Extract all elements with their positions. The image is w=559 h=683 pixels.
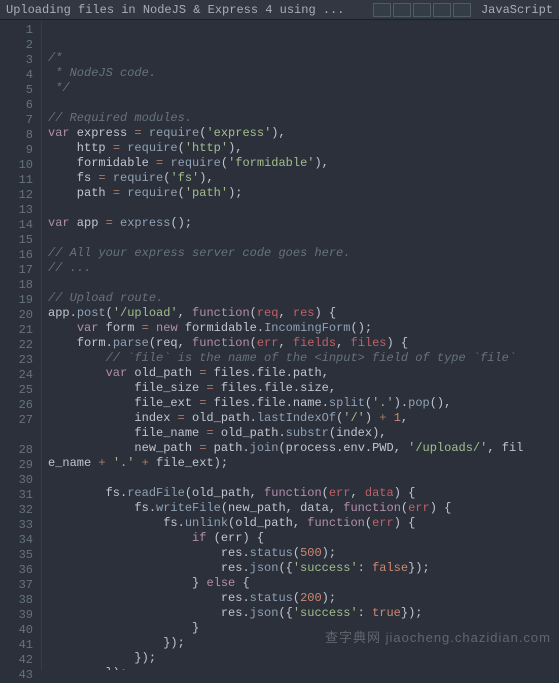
line-number: 19 — [0, 293, 33, 308]
line-number: 38 — [0, 593, 33, 608]
line-number: 13 — [0, 203, 33, 218]
code-line: // All your express server code goes her… — [48, 246, 553, 261]
line-number: 32 — [0, 503, 33, 518]
file-title: Uploading files in NodeJS & Express 4 us… — [6, 3, 367, 17]
code-line: var app = express(); — [48, 216, 553, 231]
code-line: new_path = path.join(process.env.PWD, '/… — [48, 441, 553, 456]
view-icon[interactable] — [373, 3, 391, 17]
line-number: 2 — [0, 38, 33, 53]
line-number: 6 — [0, 98, 33, 113]
line-number: 26 — [0, 398, 33, 413]
code-line: }); — [48, 666, 553, 670]
line-number: 12 — [0, 188, 33, 203]
line-number: 8 — [0, 128, 33, 143]
editor-header: Uploading files in NodeJS & Express 4 us… — [0, 0, 559, 20]
line-number: 28 — [0, 443, 33, 458]
line-number: 14 — [0, 218, 33, 233]
code-line: res.json({'success': false}); — [48, 561, 553, 576]
line-number: 34 — [0, 533, 33, 548]
language-label: JavaScript — [481, 3, 553, 17]
code-line: res.status(200); — [48, 591, 553, 606]
line-number: 15 — [0, 233, 33, 248]
code-line — [48, 276, 553, 291]
code-line: fs.readFile(old_path, function(err, data… — [48, 486, 553, 501]
code-line: }); — [48, 651, 553, 666]
code-line: file_ext = files.file.name.split('.').po… — [48, 396, 553, 411]
code-line — [48, 201, 553, 216]
line-number: 20 — [0, 308, 33, 323]
line-number: 29 — [0, 458, 33, 473]
line-number: 11 — [0, 173, 33, 188]
line-number: 3 — [0, 53, 33, 68]
line-number: 17 — [0, 263, 33, 278]
code-line: var old_path = files.file.path, — [48, 366, 553, 381]
line-number: 39 — [0, 608, 33, 623]
code-line: // Upload route. — [48, 291, 553, 306]
line-number: 31 — [0, 488, 33, 503]
line-number: 21 — [0, 323, 33, 338]
line-number: 33 — [0, 518, 33, 533]
line-number: 23 — [0, 353, 33, 368]
code-editor[interactable]: 1234567891011121314151617181920212223242… — [0, 20, 559, 670]
code-line: * NodeJS code. — [48, 66, 553, 81]
code-line: file_name = old_path.substr(index), — [48, 426, 553, 441]
line-number: 36 — [0, 563, 33, 578]
line-number: 16 — [0, 248, 33, 263]
line-number: 42 — [0, 653, 33, 668]
code-line: } — [48, 621, 553, 636]
line-number: 7 — [0, 113, 33, 128]
code-line: path = require('path'); — [48, 186, 553, 201]
collapse-icon[interactable] — [413, 3, 431, 17]
line-number: 40 — [0, 623, 33, 638]
code-line — [48, 471, 553, 486]
code-line — [48, 231, 553, 246]
line-number-gutter: 1234567891011121314151617181920212223242… — [0, 20, 42, 670]
code-line: // ... — [48, 261, 553, 276]
code-line: http = require('http'), — [48, 141, 553, 156]
line-number: 37 — [0, 578, 33, 593]
code-line: app.post('/upload', function(req, res) { — [48, 306, 553, 321]
code-line: var express = require('express'), — [48, 126, 553, 141]
line-number: 5 — [0, 83, 33, 98]
wrap-icon[interactable] — [393, 3, 411, 17]
code-line: if (err) { — [48, 531, 553, 546]
code-line: fs.unlink(old_path, function(err) { — [48, 516, 553, 531]
line-number: 4 — [0, 68, 33, 83]
copy-icon[interactable] — [433, 3, 451, 17]
code-line: }); — [48, 636, 553, 651]
code-line: index = old_path.lastIndexOf('/') + 1, — [48, 411, 553, 426]
code-line: fs.writeFile(new_path, data, function(er… — [48, 501, 553, 516]
expand-icon[interactable] — [453, 3, 471, 17]
code-line: var form = new formidable.IncomingForm()… — [48, 321, 553, 336]
line-number: 25 — [0, 383, 33, 398]
code-line: fs = require('fs'), — [48, 171, 553, 186]
code-line: e_name + '.' + file_ext); — [48, 456, 553, 471]
code-line: form.parse(req, function(err, fields, fi… — [48, 336, 553, 351]
line-number: 35 — [0, 548, 33, 563]
code-line: res.status(500); — [48, 546, 553, 561]
code-line: file_size = files.file.size, — [48, 381, 553, 396]
line-number: 18 — [0, 278, 33, 293]
code-line: /* — [48, 51, 553, 66]
code-line: // `file` is the name of the <input> fie… — [48, 351, 553, 366]
line-number: 43 — [0, 668, 33, 683]
code-line — [48, 96, 553, 111]
code-line: */ — [48, 81, 553, 96]
code-line: formidable = require('formidable'), — [48, 156, 553, 171]
line-number: 24 — [0, 368, 33, 383]
code-line: // Required modules. — [48, 111, 553, 126]
line-number: 9 — [0, 143, 33, 158]
line-number: 22 — [0, 338, 33, 353]
line-number: 30 — [0, 473, 33, 488]
code-line: } else { — [48, 576, 553, 591]
code-line: res.json({'success': true}); — [48, 606, 553, 621]
header-icons — [373, 3, 471, 17]
line-number: 1 — [0, 23, 33, 38]
line-number: 41 — [0, 638, 33, 653]
line-number: 10 — [0, 158, 33, 173]
code-area[interactable]: /* * NodeJS code. */ // Required modules.… — [42, 20, 559, 670]
line-number: 27 — [0, 413, 33, 428]
